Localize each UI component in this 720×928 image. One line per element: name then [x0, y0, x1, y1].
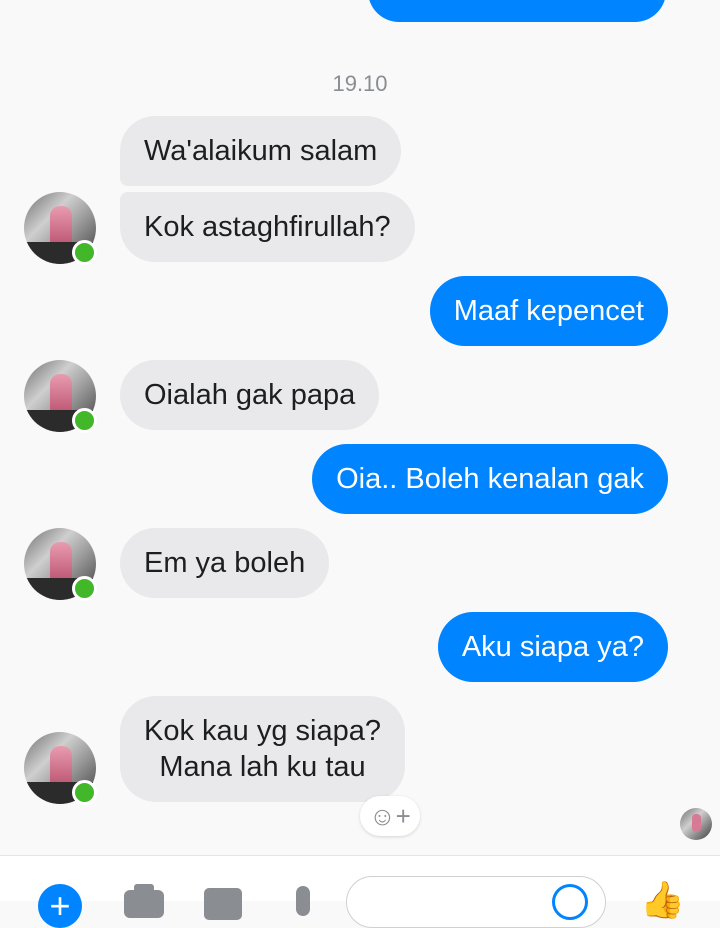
thumbs-up-icon[interactable]: 👍 — [640, 880, 685, 920]
message-line: Kok kau yg siapa? — [144, 715, 381, 747]
active-status-dot — [72, 780, 97, 805]
active-status-dot — [72, 408, 97, 433]
camera-icon[interactable] — [124, 884, 164, 918]
add-reaction-icon[interactable]: ☺+ — [360, 796, 420, 836]
composer-toolbar: + 👍 — [0, 855, 720, 928]
incoming-message[interactable]: Em ya boleh — [120, 528, 330, 598]
message-thread[interactable]: 19.10 Wa'alaikum salam Kok astaghfirulla… — [0, 0, 720, 855]
outgoing-message[interactable] — [368, 0, 666, 22]
outgoing-message[interactable]: Oia.. Boleh kenalan gak — [312, 444, 668, 514]
contact-avatar[interactable] — [24, 360, 97, 433]
message-timestamp: 19.10 — [332, 71, 388, 96]
plus-icon[interactable]: + — [38, 884, 82, 928]
contact-avatar[interactable] — [24, 192, 97, 265]
outgoing-message[interactable]: Maaf kepencet — [429, 276, 668, 346]
contact-avatar[interactable] — [24, 732, 97, 805]
outgoing-message[interactable]: Aku siapa ya? — [437, 612, 668, 682]
incoming-message[interactable]: Oialah gak papa — [120, 360, 380, 430]
active-status-dot — [72, 240, 97, 265]
incoming-message[interactable]: Kok astaghfirullah? — [120, 192, 415, 262]
active-status-dot — [72, 576, 97, 601]
message-line: Mana lah ku tau — [159, 751, 366, 783]
emoji-icon[interactable] — [552, 884, 588, 920]
mic-icon[interactable] — [296, 886, 310, 916]
incoming-message[interactable]: Wa'alaikum salam — [120, 116, 402, 186]
contact-avatar[interactable] — [24, 528, 97, 601]
seen-avatar — [680, 808, 712, 840]
incoming-message[interactable]: Kok kau yg siapa? Mana lah ku tau — [120, 696, 405, 802]
gallery-icon[interactable] — [204, 888, 242, 920]
